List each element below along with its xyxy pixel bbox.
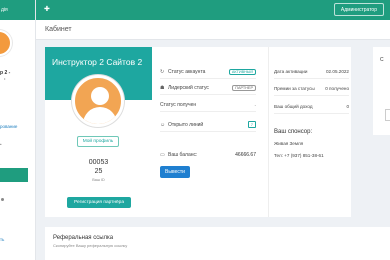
- referral-card: Реферальная ссылка Скопируйте Вашу рефер…: [45, 227, 390, 260]
- referral-subtitle: Скопируйте Вашу реферальную ссылку: [53, 243, 128, 248]
- leader-badge: ПАРТНЕР: [232, 85, 256, 91]
- referral-title: Реферальная ссылка: [53, 235, 114, 241]
- user-icon: ☗: [160, 85, 165, 91]
- stat-row-leader-status: ☗ Лидерский статус ПАРТНЕР: [160, 81, 256, 95]
- users-icon: ☺: [160, 122, 166, 128]
- sidebar-dot-icon: [1, 198, 4, 201]
- menu-toggle-icon[interactable]: ✚: [44, 5, 50, 13]
- sidebar: дiя р 2 - • рование • ть: [0, 0, 36, 260]
- stats-panel: ↻ Статус аккаунта АКТИВНЫЙ ☗ Лидерский с…: [160, 47, 260, 217]
- sponsor-title: Ваш спонсор:: [274, 129, 313, 135]
- user-id-line2: 25: [94, 168, 103, 175]
- sponsor-phone: Тел: +7 (937) 851-38-61: [274, 153, 324, 158]
- info-panel: Дата активации 02.05.2022 Премии за стат…: [268, 47, 351, 217]
- refresh-icon: ↻: [160, 69, 165, 75]
- stat-row-open-lines: ☺ Открыто линий 7: [160, 118, 256, 132]
- withdraw-button[interactable]: Вывести: [160, 166, 190, 178]
- user-id-line1: 00053: [88, 159, 109, 166]
- profile-title: Инструктор 2 Сайтов 2: [52, 57, 143, 67]
- register-partner-button[interactable]: Регистрация партнёра: [67, 197, 131, 208]
- my-profile-button[interactable]: Мой профиль: [77, 136, 119, 147]
- info-row-total-income: Ваш общий доход 0: [274, 100, 349, 114]
- sponsor-name: Живая Земля: [274, 141, 304, 146]
- sidebar-avatar[interactable]: [0, 30, 12, 56]
- info-row-activation-date: Дата активации 02.05.2022: [274, 65, 349, 79]
- user-id-label: Ваш ID: [92, 178, 105, 182]
- right-card-input[interactable]: [385, 109, 390, 121]
- sidebar-item-3[interactable]: ть: [0, 237, 4, 242]
- stat-row-status-received: Статус получен -: [160, 98, 256, 112]
- status-badge: АКТИВНЫЙ: [228, 69, 256, 75]
- sidebar-item-active[interactable]: [0, 168, 28, 182]
- topbar: ✚ Администратор: [36, 0, 390, 20]
- balance-label: Ваш баланс:: [168, 152, 198, 158]
- profile-panel: Инструктор 2 Сайтов 2 Мой профиль 00053 …: [45, 47, 152, 217]
- stat-row-account-status: ↻ Статус аккаунта АКТИВНЫЙ: [160, 65, 256, 79]
- right-card: С: [373, 47, 390, 135]
- right-card-title: С: [380, 57, 384, 63]
- lines-badge: 7: [247, 121, 256, 128]
- cabinet-card: Инструктор 2 Сайтов 2 Мой профиль 00053 …: [45, 47, 351, 217]
- sidebar-item-1[interactable]: рование: [0, 124, 17, 129]
- page-title: Кабинет: [45, 26, 72, 33]
- wallet-icon: ▭: [160, 152, 165, 158]
- sidebar-item-2[interactable]: •: [0, 142, 2, 147]
- page-header: Кабинет: [36, 20, 390, 40]
- admin-button[interactable]: Администратор: [333, 3, 384, 16]
- sidebar-user-sub: •: [4, 76, 6, 81]
- sidebar-logo[interactable]: дiя: [0, 0, 35, 20]
- balance-value: 46666.67: [235, 152, 256, 158]
- info-row-status-bonuses: Премии за статусы 0 получено: [274, 82, 349, 96]
- avatar: [72, 75, 124, 127]
